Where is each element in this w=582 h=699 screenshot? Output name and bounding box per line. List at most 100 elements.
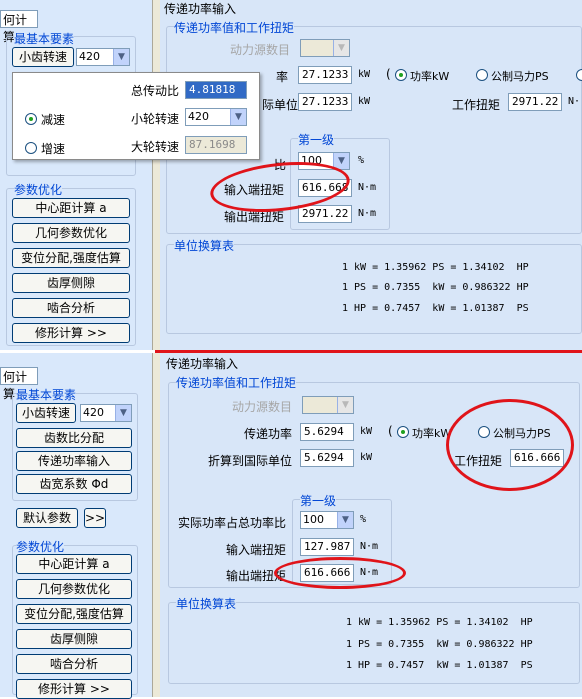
top-pinion-speed-value: 420 <box>79 50 100 63</box>
bottom-power-source-select[interactable]: ▼ <box>302 396 354 414</box>
bottom-out-torque-highlight <box>274 557 406 589</box>
top-tab-geometry[interactable]: 何计算 <box>0 10 38 44</box>
top-mesh-analysis-button[interactable]: 啮合分析 <box>12 298 130 318</box>
bottom-default-params-button[interactable]: 默认参数 <box>16 508 78 528</box>
bottom-pinion-speed-select[interactable]: 420 ▼ <box>80 404 132 422</box>
top-power-source-select[interactable]: ▼ <box>300 39 350 57</box>
top-backlash-button[interactable]: 齿厚侧隙 <box>12 273 130 293</box>
bottom-ratio-select[interactable]: 100 ▼ <box>300 511 354 529</box>
bottom-ratio-label: 实际功率占总功率比 <box>178 516 287 530</box>
chevron-down-icon: ▼ <box>113 49 129 65</box>
top-torque-unit: N· <box>568 96 581 107</box>
top-radio-ps-label: 公制马力PS <box>491 70 549 83</box>
top-power-group-title: 传递功率值和工作扭矩 <box>174 19 295 36</box>
top-center-distance-button[interactable]: 中心距计算 a <box>12 198 130 218</box>
bottom-shift-strength-button[interactable]: 变位分配,强度估算 <box>16 604 132 624</box>
popup-big-speed-value: 87.1698 <box>185 136 247 154</box>
bottom-stage-title: 第一级 <box>300 492 337 509</box>
bottom-geometry-opt-button[interactable]: 几何参数优化 <box>16 579 132 599</box>
top-geometry-opt-button[interactable]: 几何参数优化 <box>12 223 130 243</box>
top-screenshot: 何计算 最基本要素 小齿转速 420 ▼ 参数优化 中心距计算 a 几何参数优化 … <box>0 0 582 350</box>
bottom-radio-kw[interactable] <box>397 426 409 438</box>
popup-big-speed-label: 大轮转速 <box>131 140 180 154</box>
bottom-screenshot: 何计算 最基本要素 小齿转速 420 ▼ 齿数比分配 传递功率输入 齿宽系数 Φd… <box>0 353 582 699</box>
bottom-basic-group-title: 最基本要素 <box>16 386 77 403</box>
top-conv-line-2: 1 PS = 0.7355 kW = 0.986322 HP <box>342 282 529 293</box>
popup-radio-reduce[interactable] <box>25 113 37 125</box>
top-radio-kw[interactable] <box>395 69 407 81</box>
bottom-si-value: 5.6294 <box>300 449 354 467</box>
top-pinion-speed-button[interactable]: 小齿转速 <box>12 47 74 67</box>
bottom-conv-line-3: 1 HP = 0.7457 kW = 1.01387 PS <box>346 660 533 671</box>
bottom-left-sidebar: 何计算 最基本要素 小齿转速 420 ▼ 齿数比分配 传递功率输入 齿宽系数 Φd… <box>0 353 152 699</box>
top-splitter[interactable] <box>152 0 160 350</box>
bottom-modification-button[interactable]: 修形计算 >> <box>16 679 132 699</box>
bottom-power-input-button[interactable]: 传递功率输入 <box>16 451 132 471</box>
bottom-ratio-unit: % <box>360 514 367 525</box>
popup-small-speed-value: 420 <box>188 110 209 123</box>
bottom-power-unit: kW <box>360 426 373 437</box>
top-out-torque-unit: N·m <box>358 208 377 219</box>
chevron-down-icon: ▼ <box>333 40 349 56</box>
top-ratio-popup: 总传动比 4.81818 减速 小轮转速 420 ▼ 增速 大轮转速 87.169… <box>12 72 260 160</box>
popup-increase-label: 增速 <box>41 142 66 156</box>
top-paren: ( <box>386 67 391 81</box>
popup-small-speed-label: 小轮转速 <box>131 112 180 126</box>
chevron-down-icon: ▼ <box>337 512 353 528</box>
bottom-conv-line-1: 1 kW = 1.35962 PS = 1.34102 HP <box>346 617 533 628</box>
bottom-face-width-button[interactable]: 齿宽系数 Φd <box>16 474 132 494</box>
top-right-panel: 传递功率输入 传递功率值和工作扭矩 动力源数目 ▼ 率 27.1233 kW (… <box>160 0 582 350</box>
popup-radio-increase[interactable] <box>25 142 37 154</box>
popup-total-ratio-value[interactable]: 4.81818 <box>185 81 247 99</box>
bottom-pinion-speed-button[interactable]: 小齿转速 <box>16 403 76 423</box>
top-conv-line-1: 1 kW = 1.35962 PS = 1.34102 HP <box>342 262 529 273</box>
top-stage-title: 第一级 <box>298 131 335 148</box>
top-si-label: 际单位 <box>262 98 299 112</box>
bottom-si-unit: kW <box>360 452 373 463</box>
bottom-ratio-value: 100 <box>303 513 324 526</box>
bottom-backlash-button[interactable]: 齿厚侧隙 <box>16 629 132 649</box>
bottom-splitter[interactable] <box>152 353 160 697</box>
top-power-source-label: 动力源数目 <box>230 43 291 57</box>
bottom-power-label: 传递功率 <box>244 427 293 441</box>
top-out-torque-input[interactable]: 2971.22 <box>298 205 352 223</box>
top-shift-strength-button[interactable]: 变位分配,强度估算 <box>12 248 130 268</box>
bottom-power-source-label: 动力源数目 <box>232 400 293 414</box>
bottom-panel-title: 传递功率输入 <box>166 357 239 371</box>
top-param-group-title: 参数优化 <box>14 181 63 198</box>
top-modification-button[interactable]: 修形计算 >> <box>12 323 130 343</box>
bottom-ratio-split-button[interactable]: 齿数比分配 <box>16 428 132 448</box>
bottom-mesh-analysis-button[interactable]: 啮合分析 <box>16 654 132 674</box>
top-in-torque-unit: N·m <box>358 182 377 193</box>
chevron-down-icon: ▼ <box>230 109 246 125</box>
bottom-paren: ( <box>388 424 393 438</box>
top-radio-hp[interactable] <box>576 69 582 81</box>
popup-total-ratio-label: 总传动比 <box>131 84 180 98</box>
bottom-torque-highlight <box>446 399 574 491</box>
top-power-input[interactable]: 27.1233 <box>298 66 352 84</box>
bottom-power-input[interactable]: 5.6294 <box>300 423 354 441</box>
top-power-unit: kW <box>358 69 371 80</box>
top-ratio-unit: % <box>358 155 365 166</box>
bottom-pinion-speed-value: 420 <box>83 406 104 419</box>
bottom-conv-line-2: 1 PS = 0.7355 kW = 0.986322 HP <box>346 639 533 650</box>
bottom-in-torque-input[interactable]: 127.987 <box>300 538 354 556</box>
top-torque-input[interactable]: 2971.22 <box>508 93 562 111</box>
bottom-in-torque-label: 输入端扭矩 <box>226 543 287 557</box>
chevron-down-icon: ▼ <box>337 397 353 413</box>
bottom-center-distance-button[interactable]: 中心距计算 a <box>16 554 132 574</box>
bottom-radio-kw-label: 功率kW <box>412 427 452 440</box>
popup-small-speed-select[interactable]: 420 ▼ <box>185 108 247 126</box>
top-pinion-speed-select[interactable]: 420 ▼ <box>76 48 130 66</box>
bottom-in-torque-unit: N·m <box>360 541 379 552</box>
top-radio-ps[interactable] <box>476 69 488 81</box>
top-left-sidebar: 何计算 最基本要素 小齿转速 420 ▼ 参数优化 中心距计算 a 几何参数优化 … <box>0 0 152 350</box>
top-si-unit: kW <box>358 96 371 107</box>
popup-reduce-label: 减速 <box>41 113 66 127</box>
bottom-more-button[interactable]: >> <box>84 508 106 528</box>
top-power-label: 率 <box>276 70 289 84</box>
bottom-tab-geometry[interactable]: 何计算 <box>0 367 38 401</box>
bottom-conv-title: 单位换算表 <box>176 595 237 612</box>
top-basic-group-title: 最基本要素 <box>14 30 75 47</box>
bottom-param-group-title: 参数优化 <box>16 538 65 555</box>
